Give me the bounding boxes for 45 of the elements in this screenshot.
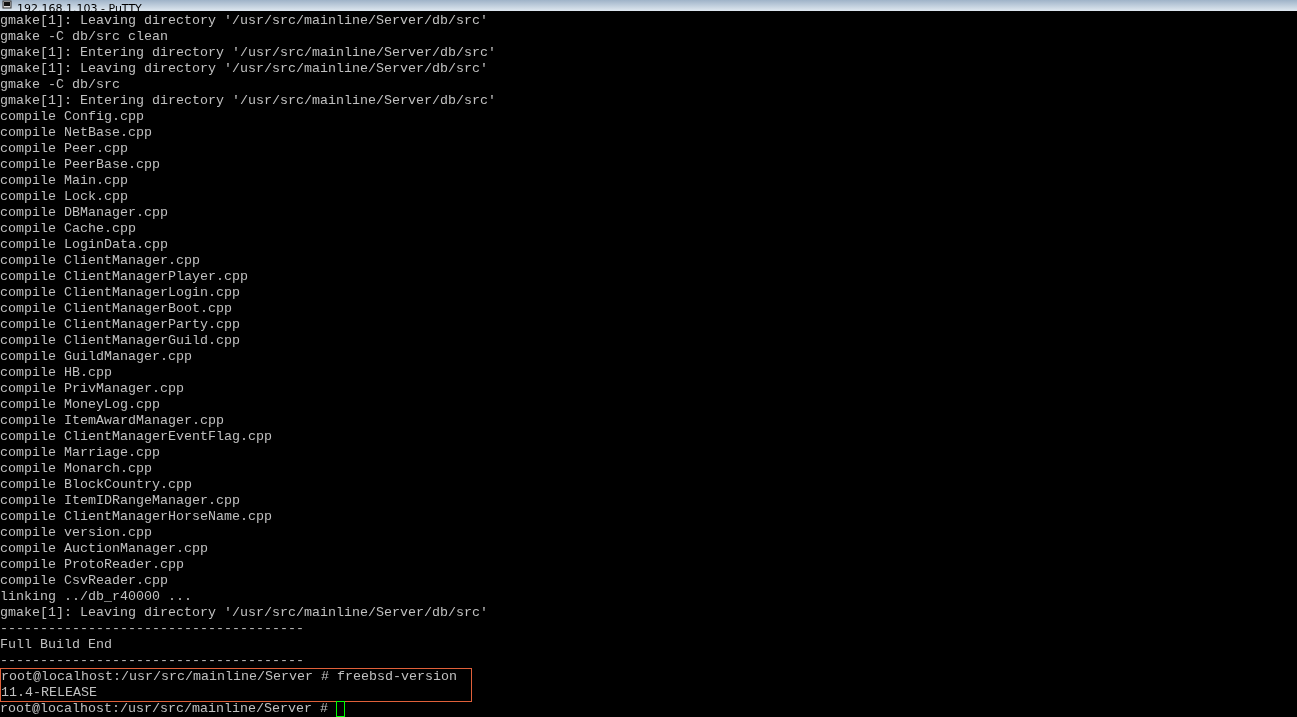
- terminal-line: compile HB.cpp: [0, 365, 112, 381]
- terminal-line: root@localhost:/usr/src/mainline/Server # freebsd-version: [1, 669, 457, 685]
- terminal-line: compile ClientManagerGuild.cpp: [0, 333, 240, 349]
- terminal-line: compile AuctionManager.cpp: [0, 541, 208, 557]
- terminal-line: gmake[1]: Entering directory '/usr/src/mainline/Server/db/src': [0, 45, 496, 61]
- terminal-line: gmake[1]: Leaving directory '/usr/src/mainline/Server/db/src': [0, 605, 488, 621]
- terminal-line: gmake[1]: Entering directory '/usr/src/mainline/Server/db/src': [0, 93, 496, 109]
- terminal-prompt: root@localhost:/usr/src/mainline/Server #: [0, 701, 328, 717]
- terminal-line: compile Peer.cpp: [0, 141, 128, 157]
- terminal-line: compile Monarch.cpp: [0, 461, 152, 477]
- terminal-line: compile ProtoReader.cpp: [0, 557, 184, 573]
- terminal-line: compile PeerBase.cpp: [0, 157, 160, 173]
- terminal-line: compile version.cpp: [0, 525, 152, 541]
- terminal-line: compile Main.cpp: [0, 173, 128, 189]
- terminal-line: compile ItemAwardManager.cpp: [0, 413, 224, 429]
- terminal-line: compile ClientManagerBoot.cpp: [0, 301, 232, 317]
- terminal-line: gmake -C db/src clean: [0, 29, 168, 45]
- terminal-line: Full Build End: [0, 637, 112, 653]
- terminal-line: compile ItemIDRangeManager.cpp: [0, 493, 240, 509]
- terminal-line: gmake -C db/src: [0, 77, 120, 93]
- terminal-line: linking ../db_r40000 ...: [0, 589, 192, 605]
- terminal-line: compile CsvReader.cpp: [0, 573, 168, 589]
- terminal-line: compile Config.cpp: [0, 109, 144, 125]
- terminal-line: compile ClientManagerEventFlag.cpp: [0, 429, 272, 445]
- terminal-line: compile MoneyLog.cpp: [0, 397, 160, 413]
- terminal-line: gmake[1]: Leaving directory '/usr/src/mainline/Server/db/src': [0, 13, 488, 29]
- terminal-line: compile NetBase.cpp: [0, 125, 152, 141]
- terminal-line: compile Marriage.cpp: [0, 445, 160, 461]
- terminal-line: compile Lock.cpp: [0, 189, 128, 205]
- terminal-line: --------------------------------------: [0, 653, 304, 669]
- terminal-line: compile ClientManagerLogin.cpp: [0, 285, 240, 301]
- terminal-app-icon: [2, 0, 13, 11]
- terminal-line: compile LoginData.cpp: [0, 237, 168, 253]
- terminal-line: 11.4-RELEASE: [1, 685, 97, 701]
- terminal-line: compile PrivManager.cpp: [0, 381, 184, 397]
- terminal-line: compile ClientManager.cpp: [0, 253, 200, 269]
- terminal-line: compile BlockCountry.cpp: [0, 477, 192, 493]
- terminal-line: compile ClientManagerPlayer.cpp: [0, 269, 248, 285]
- terminal-line: gmake[1]: Leaving directory '/usr/src/mainline/Server/db/src': [0, 61, 488, 77]
- terminal-line: compile DBManager.cpp: [0, 205, 168, 221]
- terminal-line: compile Cache.cpp: [0, 221, 136, 237]
- terminal-line: compile GuildManager.cpp: [0, 349, 192, 365]
- terminal-line: --------------------------------------: [0, 621, 304, 637]
- terminal-line: compile ClientManagerParty.cpp: [0, 317, 240, 333]
- terminal-line: compile ClientManagerHorseName.cpp: [0, 509, 272, 525]
